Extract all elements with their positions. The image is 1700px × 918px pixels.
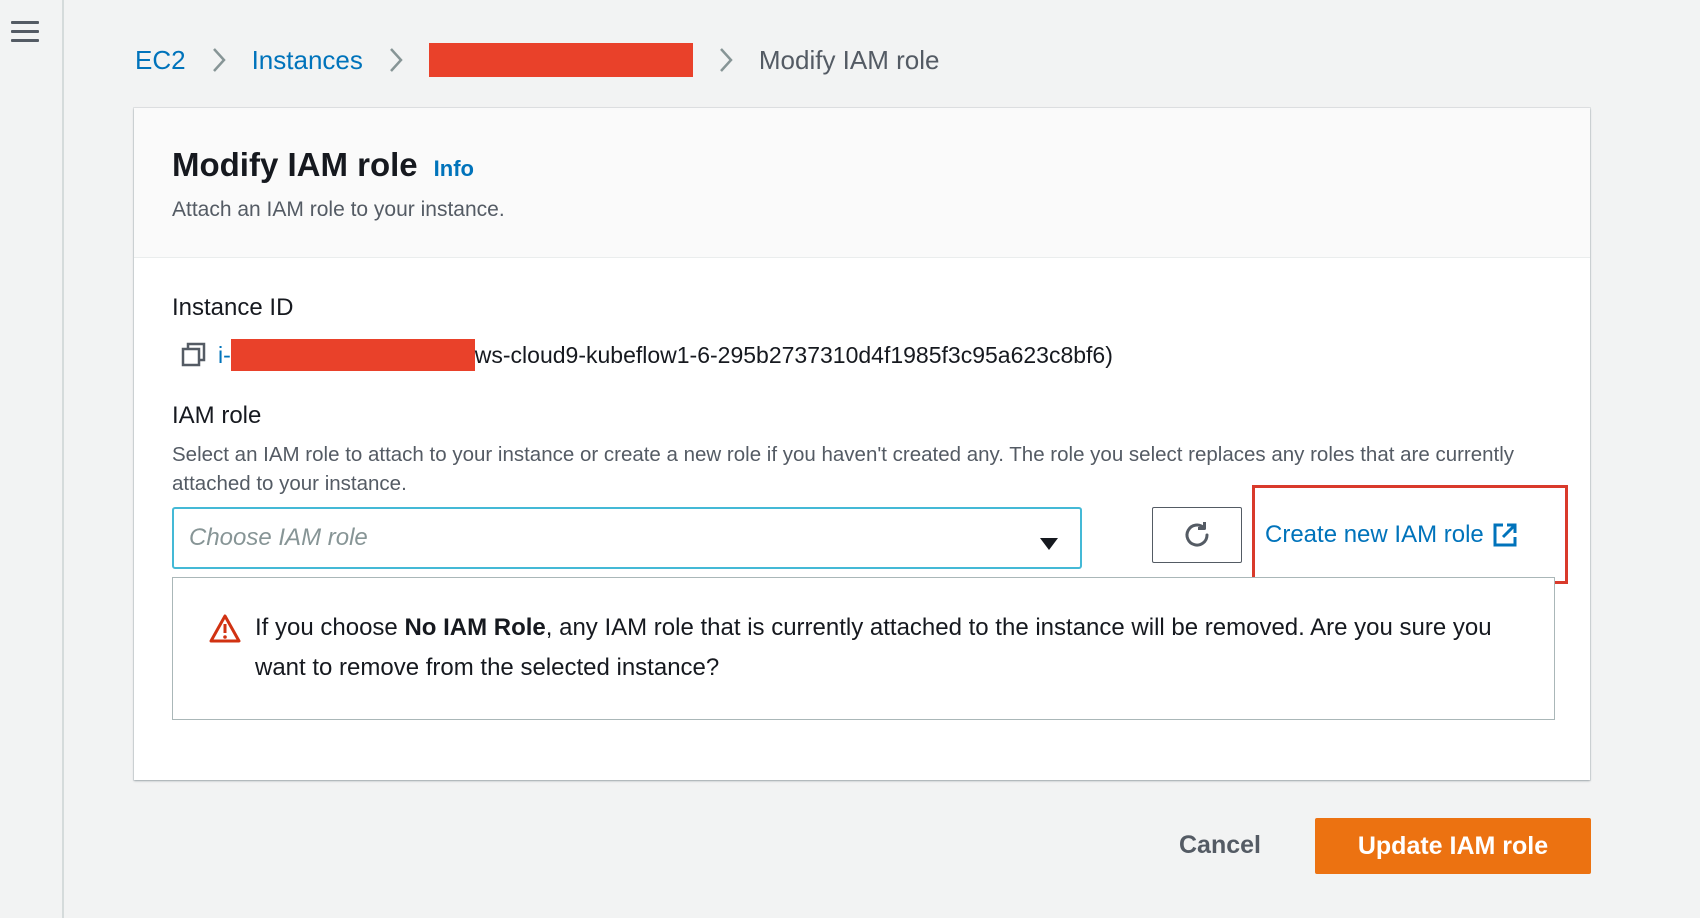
external-link-icon xyxy=(1492,522,1518,548)
iam-role-select[interactable]: Choose IAM role xyxy=(172,507,1082,569)
redacted-instance-name xyxy=(428,43,693,77)
instance-id-row: i- ws-cloud9-kubeflow1-6-295b2737310d4f1… xyxy=(172,338,1552,372)
instance-id-label: Instance ID xyxy=(172,294,294,321)
panel-header: Modify IAM role Info Attach an IAM role … xyxy=(134,108,1590,258)
copy-icon[interactable] xyxy=(180,341,208,369)
instance-id-link[interactable]: i- xyxy=(218,342,231,369)
breadcrumb: EC2 Instances Modify IAM role xyxy=(135,40,939,80)
alert-text-prefix: If you choose xyxy=(255,614,405,641)
redacted-instance-id xyxy=(230,339,475,371)
refresh-icon xyxy=(1185,522,1209,547)
refresh-button[interactable] xyxy=(1152,507,1242,563)
breadcrumb-instances[interactable]: Instances xyxy=(252,45,363,76)
breadcrumb-ec2[interactable]: EC2 xyxy=(135,45,186,76)
update-iam-role-button[interactable]: Update IAM role xyxy=(1315,818,1591,874)
chevron-right-icon xyxy=(707,44,745,76)
chevron-right-icon xyxy=(377,44,415,76)
create-new-iam-role-link[interactable]: Create new IAM role xyxy=(1265,518,1518,552)
caret-down-icon xyxy=(1038,531,1060,550)
breadcrumb-current: Modify IAM role xyxy=(758,44,940,75)
iam-role-controls: Choose IAM role Create new IAM role xyxy=(172,485,1568,584)
modify-iam-role-panel: Modify IAM role Info Attach an IAM role … xyxy=(134,108,1590,780)
warning-alert-text: If you choose No IAM Role, any IAM role … xyxy=(255,608,1514,719)
alert-text-emphasis: No IAM Role xyxy=(404,614,546,641)
warning-icon xyxy=(209,614,241,644)
instance-name-text: ws-cloud9-kubeflow1-6-295b2737310d4f1985… xyxy=(474,341,1113,368)
panel-title-text: Modify IAM role xyxy=(172,146,418,183)
create-new-iam-role-label: Create new IAM role xyxy=(1265,521,1484,548)
page-title: Modify IAM role Info xyxy=(172,146,1552,184)
iam-role-select-placeholder: Choose IAM role xyxy=(189,524,368,551)
panel-body: Instance ID i- ws-cloud9-kubeflow1-6-295… xyxy=(134,258,1590,584)
chevron-right-icon xyxy=(200,44,238,76)
warning-alert: If you choose No IAM Role, any IAM role … xyxy=(172,577,1555,720)
panel-description: Attach an IAM role to your instance. xyxy=(172,198,505,221)
info-link[interactable]: Info xyxy=(434,156,474,182)
cancel-button[interactable]: Cancel xyxy=(1155,818,1285,872)
side-navigation-rail xyxy=(0,0,64,918)
hamburger-menu-icon[interactable] xyxy=(11,21,39,45)
iam-role-label: IAM role xyxy=(172,402,262,429)
